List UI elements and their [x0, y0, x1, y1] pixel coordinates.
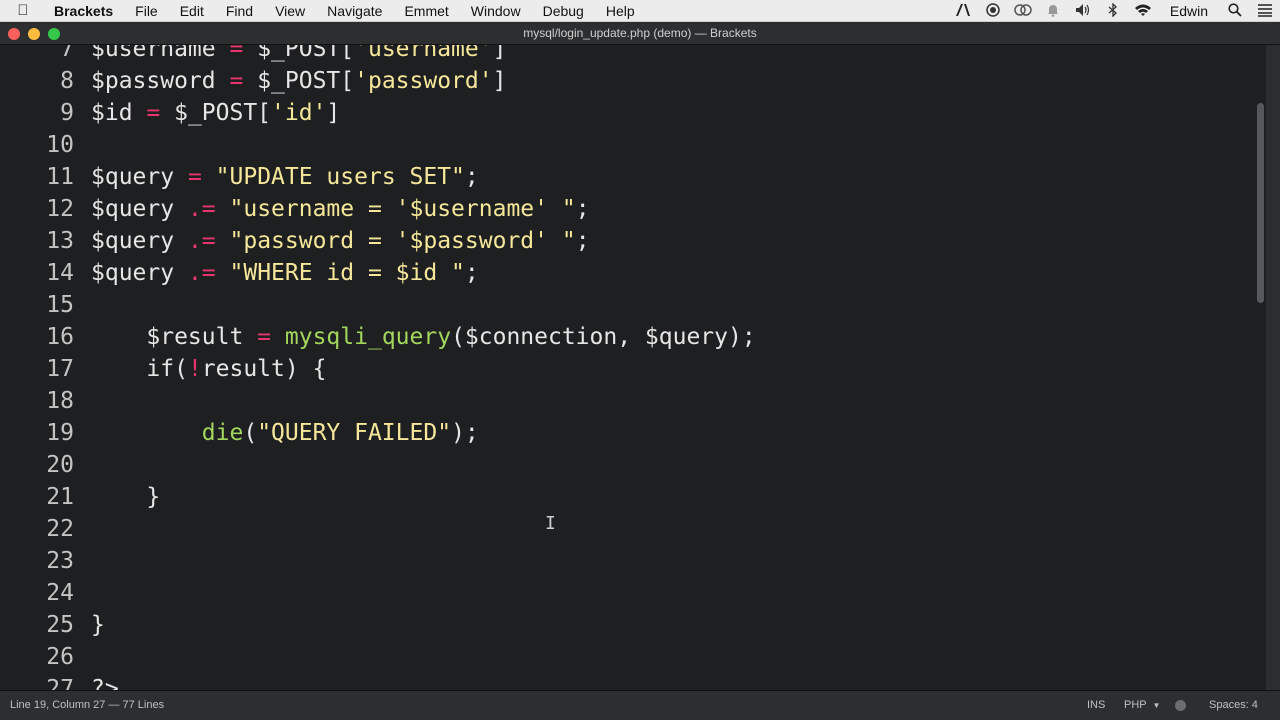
- menu-app-name[interactable]: Brackets: [46, 3, 124, 19]
- menu-emmet[interactable]: Emmet: [393, 3, 459, 19]
- line-number: 14: [46, 260, 74, 286]
- code-line[interactable]: 10: [0, 129, 1250, 161]
- line-number: 27: [46, 676, 74, 690]
- line-number: 25: [46, 612, 74, 638]
- search-icon[interactable]: [1220, 2, 1250, 20]
- line-code: $username = $_POST['username']: [91, 45, 507, 62]
- code-line[interactable]: 26: [0, 641, 1250, 673]
- line-code: $query = "UPDATE users SET";: [91, 164, 479, 190]
- line-code: $query .= "password = '$password' ";: [91, 228, 590, 254]
- window-title-bar: mysql/login_update.php (demo) — Brackets: [0, 22, 1280, 45]
- menu-navigate[interactable]: Navigate: [316, 3, 393, 19]
- record-icon[interactable]: [978, 2, 1008, 20]
- linter-status-icon[interactable]: [1175, 700, 1186, 711]
- bluetooth-icon[interactable]: [1098, 1, 1128, 20]
- menu-bar:  Brackets File Edit Find View Navigate …: [0, 0, 1280, 22]
- menu-edit[interactable]: Edit: [169, 3, 215, 19]
- line-number: 26: [46, 644, 74, 670]
- code-line[interactable]: 19 die("QUERY FAILED");: [0, 417, 1250, 449]
- list-icon[interactable]: [1250, 3, 1280, 20]
- code-line[interactable]: 8 $password = $_POST['password']: [0, 65, 1250, 97]
- menu-debug[interactable]: Debug: [532, 3, 595, 19]
- code-line[interactable]: 7 $username = $_POST['username']: [0, 45, 1250, 65]
- line-code: die("QUERY FAILED");: [201, 420, 479, 446]
- line-number: 24: [46, 580, 74, 606]
- line-number: 22: [46, 516, 74, 542]
- cursor-position: Line 19, Column 27 — 77 Lines: [10, 699, 165, 711]
- code-line[interactable]: 14 $query .= "WHERE id = $id ";: [0, 257, 1250, 289]
- apple-icon[interactable]: : [0, 2, 46, 19]
- menu-view[interactable]: View: [264, 3, 316, 19]
- vertical-scrollbar[interactable]: [1257, 103, 1264, 303]
- line-code: }: [91, 612, 105, 638]
- code-line[interactable]: 9 $id = $_POST['id']: [0, 97, 1250, 129]
- menu-find[interactable]: Find: [215, 3, 264, 19]
- line-number: 13: [46, 228, 74, 254]
- code-line[interactable]: 15: [0, 289, 1250, 321]
- cc-icon[interactable]: [1008, 3, 1038, 20]
- wifi-icon[interactable]: [1128, 3, 1158, 20]
- code-editor[interactable]: 7 $username = $_POST['username'] 8 $passwor…: [0, 45, 1280, 690]
- code-line[interactable]: 27 ?>: [0, 673, 1250, 690]
- editor-right-gutter: [1266, 45, 1280, 690]
- line-code: $query .= "username = '$username' ";: [91, 196, 590, 222]
- code-line[interactable]: 23: [0, 545, 1250, 577]
- code-line[interactable]: 11 $query = "UPDATE users SET";: [0, 161, 1250, 193]
- line-number: 11: [46, 164, 74, 190]
- line-number: 23: [46, 548, 74, 574]
- line-number: 9: [60, 100, 74, 126]
- chevron-down-icon: ▼: [1152, 701, 1161, 710]
- line-code: $result = mysqli_query($connection, $que…: [91, 324, 756, 350]
- line-number: 7: [60, 45, 74, 62]
- code-line[interactable]: 24: [0, 577, 1250, 609]
- adobe-icon[interactable]: [948, 3, 978, 20]
- menu-help[interactable]: Help: [595, 3, 646, 19]
- code-line[interactable]: 17 if(!result) {: [0, 353, 1250, 385]
- line-number: 8: [60, 68, 74, 94]
- line-number: 16: [46, 324, 74, 350]
- volume-icon[interactable]: [1068, 3, 1098, 20]
- line-code: $id = $_POST['id']: [91, 100, 341, 126]
- window-title: mysql/login_update.php (demo) — Brackets: [523, 26, 757, 40]
- user-name[interactable]: Edwin: [1158, 3, 1220, 19]
- notification-icon[interactable]: [1038, 3, 1068, 20]
- line-number: 17: [46, 356, 74, 382]
- line-number: 20: [46, 452, 74, 478]
- code-line[interactable]: 18: [0, 385, 1250, 417]
- code-line[interactable]: 25}: [0, 609, 1250, 641]
- code-line[interactable]: 20: [0, 449, 1250, 481]
- line-number: 19: [46, 420, 74, 446]
- code-line[interactable]: 21 }: [0, 481, 1250, 513]
- line-code: }: [91, 484, 161, 510]
- line-number: 10: [46, 132, 74, 158]
- status-bar: Line 19, Column 27 — 77 Lines INS PHP ▼ …: [0, 690, 1280, 720]
- line-number: 18: [46, 388, 74, 414]
- line-code: $password = $_POST['password']: [91, 68, 507, 94]
- code-line[interactable]: 13 $query .= "password = '$password' ";: [0, 225, 1250, 257]
- line-number: 15: [46, 292, 74, 318]
- line-code: if(!result) {: [91, 356, 327, 382]
- code-line[interactable]: 12 $query .= "username = '$username' ";: [0, 193, 1250, 225]
- line-number: 21: [46, 484, 74, 510]
- insert-mode-toggle[interactable]: INS: [1087, 699, 1105, 711]
- code-line[interactable]: 22: [0, 513, 1250, 545]
- line-number: 12: [46, 196, 74, 222]
- language-label: PHP: [1124, 699, 1147, 711]
- code-line[interactable]: 16 $result = mysqli_query($connection, $…: [0, 321, 1250, 353]
- menu-window[interactable]: Window: [460, 3, 532, 19]
- line-code: ?>: [91, 676, 119, 690]
- menu-file[interactable]: File: [124, 3, 169, 19]
- text-cursor-icon: I: [545, 513, 556, 534]
- line-code: $query .= "WHERE id = $id ";: [91, 260, 479, 286]
- language-selector[interactable]: PHP ▼: [1124, 699, 1160, 711]
- indentation-setting[interactable]: Spaces: 4: [1209, 699, 1258, 711]
